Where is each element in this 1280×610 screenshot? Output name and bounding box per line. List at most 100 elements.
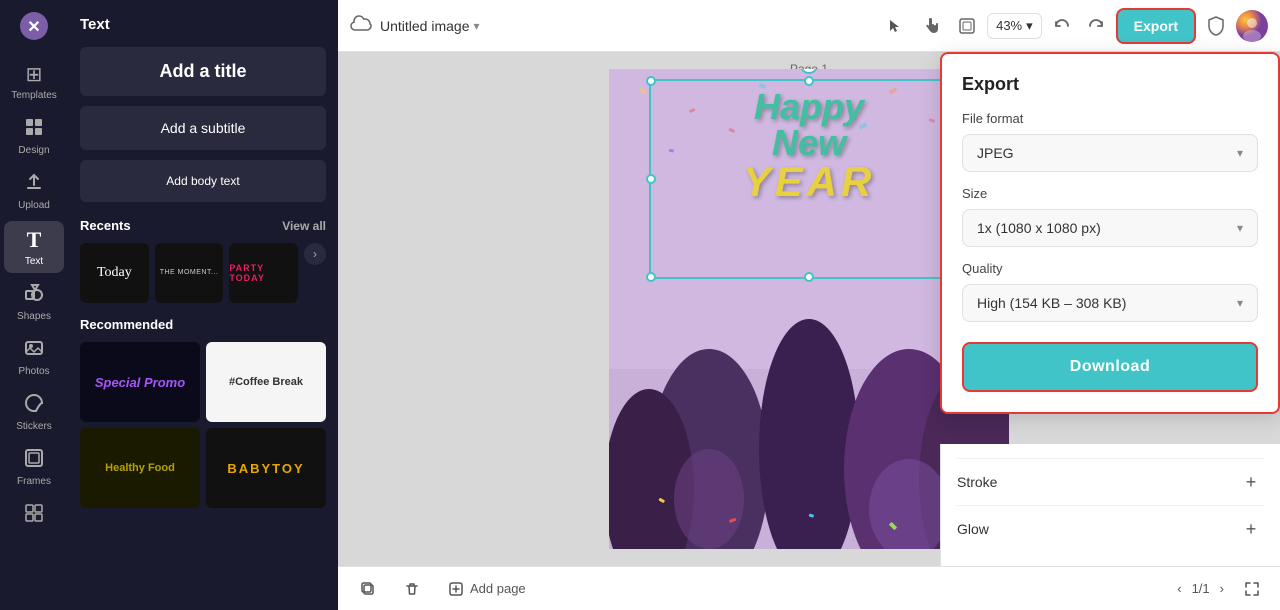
quality-value: High (154 KB – 308 KB) [977, 295, 1126, 311]
sidebar-item-text-label: Text [25, 256, 43, 267]
main-area: Untitled image ▾ 43% [338, 0, 1280, 610]
delete-element-button[interactable] [394, 575, 430, 603]
rec-healthy-food-label: Healthy Food [80, 428, 200, 508]
view-all-button[interactable]: View all [282, 219, 326, 233]
size-value: 1x (1080 x 1080 px) [977, 220, 1101, 236]
shapes-icon [24, 283, 44, 308]
recents-label: Recents [80, 218, 131, 233]
add-glow-button[interactable]: + [1238, 516, 1264, 542]
export-panel-title: Export [962, 74, 1258, 95]
sidebar-item-upload-label: Upload [18, 200, 50, 211]
size-label: Size [962, 186, 1258, 201]
file-format-label: File format [962, 111, 1258, 126]
canvas-text-line3: YEAR [743, 161, 876, 203]
recent-moment-label: THE MOMENT... [160, 268, 219, 277]
text-panel: Text Add a title Add a subtitle Add body… [68, 0, 338, 610]
redo-button[interactable] [1080, 10, 1112, 42]
size-dropdown[interactable]: 1x (1080 x 1080 px) ▾ [962, 209, 1258, 247]
hand-tool-button[interactable] [915, 10, 947, 42]
design-icon [24, 117, 44, 142]
zoom-level: 43% [996, 18, 1022, 33]
sidebar-item-shapes-label: Shapes [17, 311, 51, 322]
recents-grid: Today THE MOMENT... PARTY TODAY › [80, 243, 326, 303]
export-panel: Export File format JPEG ▾ Size 1x (1080 … [940, 52, 1280, 414]
sidebar-item-design-label: Design [18, 145, 49, 156]
add-stroke-button[interactable]: + [1238, 469, 1264, 495]
zoom-chevron-icon: ▾ [1026, 18, 1033, 34]
recents-next-button[interactable]: › [304, 243, 326, 265]
add-page-label: Add page [470, 581, 526, 596]
sidebar-item-photos[interactable]: Photos [4, 332, 64, 383]
more-icon [24, 503, 44, 528]
rec-item-special-promo[interactable]: Special Promo [80, 342, 200, 422]
next-page-button[interactable]: › [1216, 577, 1228, 600]
select-tool-button[interactable] [879, 10, 911, 42]
sidebar-item-more[interactable] [4, 497, 64, 534]
duplicate-element-button[interactable] [350, 575, 386, 603]
quality-chevron-icon: ▾ [1237, 296, 1243, 310]
page-nav: ‹ 1/1 › [1173, 577, 1228, 600]
bottom-bar: Add page ‹ 1/1 › [338, 566, 1280, 610]
text-panel-title: Text [80, 12, 326, 37]
glow-property-row: Glow + [957, 505, 1264, 552]
rec-item-baby-toy[interactable]: BABYTOY [206, 428, 326, 508]
file-format-chevron-icon: ▾ [1237, 146, 1243, 160]
recent-item-moment[interactable]: THE MOMENT... [155, 243, 224, 303]
photos-icon [24, 338, 44, 363]
rec-coffee-break-label: #Coffee Break [206, 342, 326, 422]
sidebar-item-stickers-label: Stickers [16, 421, 52, 432]
canvas-text-line1: Happy [743, 89, 876, 125]
recent-party-label: PARTY TODAY [229, 263, 298, 283]
text-icon: T [27, 227, 42, 253]
user-avatar[interactable] [1236, 10, 1268, 42]
sidebar-item-upload[interactable]: Upload [4, 166, 64, 217]
glow-label: Glow [957, 521, 989, 537]
zoom-control[interactable]: 43% ▾ [987, 13, 1042, 39]
add-subtitle-button[interactable]: Add a subtitle [80, 106, 326, 150]
recent-item-party[interactable]: PARTY TODAY [229, 243, 298, 303]
rec-item-healthy-food[interactable]: Healthy Food [80, 428, 200, 508]
quality-dropdown[interactable]: High (154 KB – 308 KB) ▾ [962, 284, 1258, 322]
app-logo[interactable]: ✕ [16, 8, 52, 44]
recommended-label: Recommended [80, 317, 326, 332]
shield-icon [1200, 10, 1232, 42]
cloud-icon [350, 14, 372, 37]
top-bar: Untitled image ▾ 43% [338, 0, 1280, 52]
size-chevron-icon: ▾ [1237, 221, 1243, 235]
frame-tool-button[interactable] [951, 10, 983, 42]
file-format-dropdown[interactable]: JPEG ▾ [962, 134, 1258, 172]
properties-panel: Stroke + Glow + [940, 444, 1280, 566]
rec-special-promo-label: Special Promo [95, 375, 185, 390]
sidebar-item-shapes[interactable]: Shapes [4, 277, 64, 328]
sidebar-item-text[interactable]: T Text [4, 221, 64, 273]
upload-icon [24, 172, 44, 197]
sidebar-item-photos-label: Photos [18, 366, 49, 377]
stroke-label: Stroke [957, 474, 997, 490]
export-button[interactable]: Export [1116, 8, 1196, 44]
sidebar-item-stickers[interactable]: Stickers [4, 387, 64, 438]
add-title-button[interactable]: Add a title [80, 47, 326, 96]
add-page-button[interactable]: Add page [438, 575, 536, 603]
recents-header: Recents View all [80, 218, 326, 233]
rec-item-coffee-break[interactable]: #Coffee Break [206, 342, 326, 422]
download-button[interactable]: Download [962, 342, 1258, 392]
add-body-button[interactable]: Add body text [80, 160, 326, 202]
file-format-value: JPEG [977, 145, 1014, 161]
frames-icon [24, 448, 44, 473]
expand-button[interactable] [1236, 573, 1268, 605]
prev-page-button[interactable]: ‹ [1173, 577, 1185, 600]
undo-button[interactable] [1046, 10, 1078, 42]
templates-icon: ⊞ [26, 62, 43, 87]
quality-label: Quality [962, 261, 1258, 276]
recommended-grid: Special Promo #Coffee Break Healthy Food… [80, 342, 326, 508]
sidebar-item-design[interactable]: Design [4, 111, 64, 162]
doc-title-chevron: ▾ [474, 19, 480, 33]
recent-today-label: Today [97, 265, 132, 281]
doc-title[interactable]: Untitled image ▾ [380, 18, 480, 34]
rec-baby-toy-label: BABYTOY [206, 428, 326, 508]
canvas-text-line2: New [743, 125, 876, 161]
party-text-overlay[interactable]: Happy New YEAR [743, 89, 876, 203]
sidebar-item-frames[interactable]: Frames [4, 442, 64, 493]
sidebar-item-templates[interactable]: ⊞ Templates [4, 56, 64, 107]
recent-item-today[interactable]: Today [80, 243, 149, 303]
